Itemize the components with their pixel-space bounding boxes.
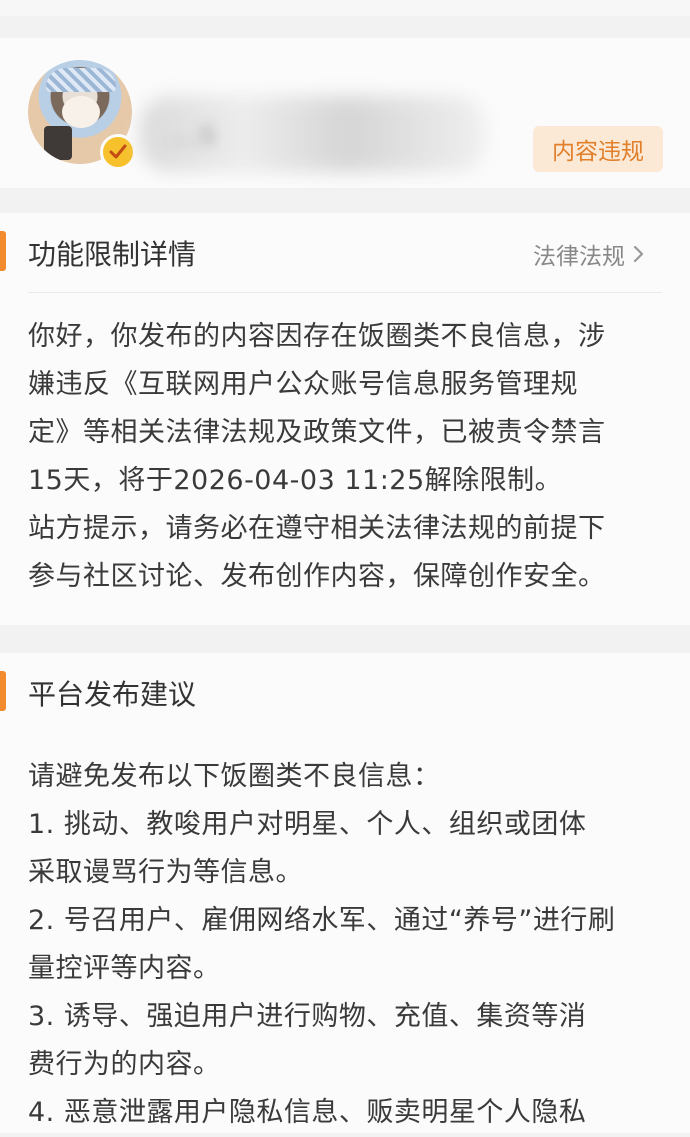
laws-link[interactable]: 法律法规 xyxy=(533,237,645,271)
restriction-message: 你好，你发布的内容因存在饭圈类不良信息，涉 嫌违反《互联网用户公众账号信息服务管… xyxy=(28,313,668,601)
avatar-cap xyxy=(46,68,116,92)
laws-link-label: 法律法规 xyxy=(533,244,625,270)
avatar-face xyxy=(62,96,100,128)
advice-list: 请避免发布以下饭圈类不良信息： 1. 挑动、教唆用户对明星、个人、组织或团体 采… xyxy=(28,753,668,1137)
advice-line: 2. 号召用户、雇佣网络水军、通过“养号”进行刷 xyxy=(28,905,616,936)
section-title: 功能限制详情 xyxy=(28,238,197,271)
advice-line: 3. 诱导、强迫用户进行购物、充值、集资等消 xyxy=(28,1001,587,1032)
advice-line: 量控评等内容。 xyxy=(28,953,221,984)
username[interactable]: …s xyxy=(170,116,216,151)
message-line: 参与社区讨论、发布创作内容，保障创作安全。 xyxy=(28,561,606,592)
avatar-cup xyxy=(44,126,72,160)
chevron-right-icon xyxy=(633,245,644,263)
top-strip xyxy=(0,0,690,16)
user-card: …s 内容违规 xyxy=(0,38,690,188)
section-accent-bar xyxy=(0,671,6,711)
advice-line: 请避免发布以下饭圈类不良信息： xyxy=(28,761,441,792)
divider xyxy=(28,292,662,293)
restriction-detail-section: 功能限制详情 法律法规 你好，你发布的内容因存在饭圈类不良信息，涉 嫌违反《互联… xyxy=(0,213,690,625)
message-line: 你好，你发布的内容因存在饭圈类不良信息，涉 xyxy=(28,321,606,352)
message-line: 定》等相关法律法规及政策文件，已被责令禁言 xyxy=(28,417,606,448)
advice-line: 4. 恶意泄露用户隐私信息、贩卖明星个人隐私 xyxy=(28,1097,587,1128)
advice-line: 1. 挑动、教唆用户对明星、个人、组织或团体 xyxy=(28,809,587,840)
platform-advice-section: 平台发布建议 请避免发布以下饭圈类不良信息： 1. 挑动、教唆用户对明星、个人、… xyxy=(0,653,690,1133)
violation-tag: 内容违规 xyxy=(533,126,663,172)
message-line: 站方提示，请务必在遵守相关法律法规的前提下 xyxy=(28,513,606,544)
advice-line: 采取谩骂行为等信息。 xyxy=(28,857,303,888)
section-accent-bar xyxy=(0,231,6,271)
section-title: 平台发布建议 xyxy=(28,678,197,711)
message-line: 嫌违反《互联网用户公众账号信息服务管理规 xyxy=(28,369,578,400)
advice-line: 费行为的内容。 xyxy=(28,1049,221,1080)
message-line: 15天，将于2026-04-03 11:25解除限制。 xyxy=(28,465,563,496)
verified-badge-icon xyxy=(100,134,136,170)
